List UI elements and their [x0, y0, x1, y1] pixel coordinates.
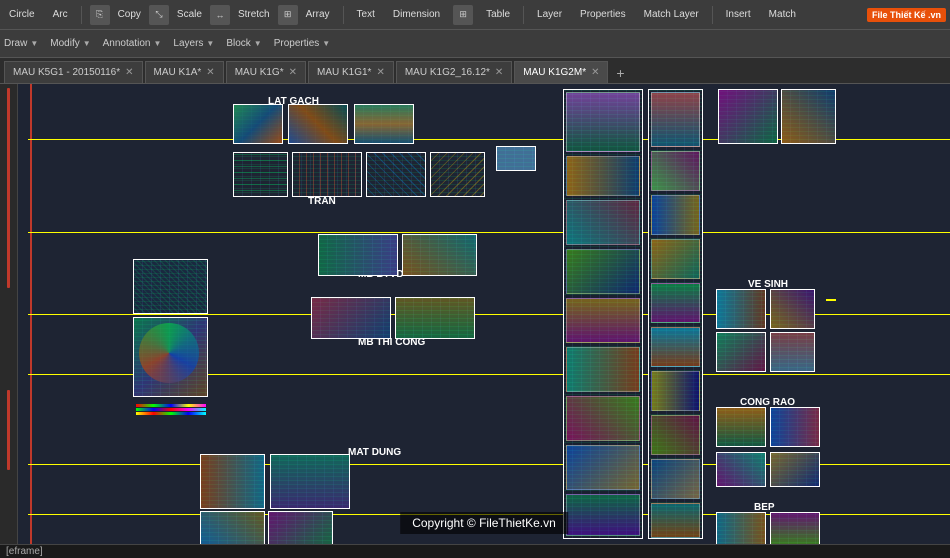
- cad-block-cong-rao-3[interactable]: [716, 452, 766, 487]
- label-tran: TRAN: [308, 196, 336, 207]
- cad-block-far-right-2[interactable]: [781, 89, 836, 144]
- toolbar-match[interactable]: Match: [764, 7, 801, 22]
- annotation-menu[interactable]: Annotation ▼: [103, 38, 162, 49]
- toolbar-copy[interactable]: Copy: [113, 7, 146, 22]
- stretch-icon[interactable]: ↔: [210, 5, 230, 25]
- toolbar-row2: Draw ▼ Modify ▼ Annotation ▼ Layers ▼ Bl…: [0, 30, 950, 58]
- cad-block-ve-sinh-3[interactable]: [716, 332, 766, 372]
- cad-block-lat-gach-3[interactable]: [354, 104, 414, 144]
- annotation-arrow: ▼: [153, 39, 161, 48]
- cad-block-mb-btvd-2[interactable]: [402, 234, 477, 276]
- toolbar-properties[interactable]: Properties: [575, 7, 631, 22]
- toolbar-array[interactable]: Array: [301, 7, 335, 22]
- toolbar-scale[interactable]: Scale: [172, 7, 207, 22]
- tab-close-k1a[interactable]: ✕: [206, 67, 214, 78]
- toolbar-dimension[interactable]: Dimension: [388, 7, 445, 22]
- cad-block-cong-rao-1[interactable]: [716, 407, 766, 447]
- arrow-ve-sinh: [826, 299, 836, 301]
- layers-arrow: ▼: [206, 39, 214, 48]
- tab-k1a[interactable]: MAU K1A* ✕: [145, 61, 224, 83]
- cad-block-lat-gach-2[interactable]: [288, 104, 348, 144]
- filetk-badge: File Thiết Kế .vn: [867, 8, 946, 22]
- toolbar-row1: Circle Arc ⎘ Copy ⤡ Scale ↔ Stretch ⊞ Ar…: [0, 0, 950, 30]
- cad-block-lat-gach-1[interactable]: [233, 104, 283, 144]
- draw-menu[interactable]: Draw ▼: [4, 38, 38, 49]
- tab-k1g2-16[interactable]: MAU K1G2_16.12* ✕: [396, 61, 512, 83]
- command-line: [eframe]: [0, 544, 950, 558]
- cad-block-tran-2[interactable]: [292, 152, 362, 197]
- main-area: LAT GACH TRAN MB BTVD: [0, 84, 950, 544]
- hline-2: [28, 232, 950, 233]
- table-icon[interactable]: ⊞: [453, 5, 473, 25]
- array-icon[interactable]: ⊞: [278, 5, 298, 25]
- tab-k1g[interactable]: MAU K1G* ✕: [226, 61, 306, 83]
- cad-block-mat-cat-2[interactable]: [268, 511, 333, 544]
- tab-close-k1g2-16[interactable]: ✕: [495, 67, 503, 78]
- color-strips: [136, 404, 206, 416]
- cad-block-ve-sinh-1[interactable]: [716, 289, 766, 329]
- toolbar-insert[interactable]: Insert: [721, 7, 756, 22]
- cad-block-mb-btvd-1[interactable]: [318, 234, 398, 276]
- tab-close-k1g[interactable]: ✕: [289, 67, 297, 78]
- cad-block-bep-1[interactable]: [716, 512, 766, 544]
- tab-close-k1g2m[interactable]: ✕: [591, 67, 599, 78]
- cad-block-cong-rao-2[interactable]: [770, 407, 820, 447]
- cad-block-thi-cong-2[interactable]: [395, 297, 475, 339]
- block-arrow: ▼: [254, 39, 262, 48]
- modify-arrow: ▼: [83, 39, 91, 48]
- cad-canvas[interactable]: LAT GACH TRAN MB BTVD: [18, 84, 950, 544]
- toolbar-table[interactable]: Table: [481, 7, 515, 22]
- toolbar-layer[interactable]: Layer: [532, 7, 567, 22]
- toolbar-match-layer[interactable]: Match Layer: [639, 7, 704, 22]
- divider3: [523, 6, 524, 24]
- tab-close-k1g1[interactable]: ✕: [376, 67, 384, 78]
- properties-arrow: ▼: [322, 39, 330, 48]
- cad-block-ve-sinh-4[interactable]: [770, 332, 815, 372]
- cad-block-bep-2[interactable]: [770, 512, 820, 544]
- toolbar-arc[interactable]: Arc: [48, 7, 73, 22]
- tabs-bar: MAU K5G1 - 20150116* ✕ MAU K1A* ✕ MAU K1…: [0, 58, 950, 84]
- left-red-bar-1: [7, 88, 10, 288]
- properties-menu[interactable]: Properties ▼: [274, 38, 331, 49]
- tab-close-k5g1[interactable]: ✕: [125, 67, 133, 78]
- copy-icon[interactable]: ⎘: [90, 5, 110, 25]
- cad-block-mat-dung-1[interactable]: [270, 454, 350, 509]
- cad-block-right-col-1[interactable]: [563, 89, 643, 539]
- tab-k1g1[interactable]: MAU K1G1* ✕: [308, 61, 394, 83]
- label-mat-dung: MAT DUNG: [348, 447, 401, 458]
- cad-block-mat-dung-2[interactable]: [200, 454, 265, 509]
- cad-block-tran-5[interactable]: [496, 146, 536, 171]
- cad-block-site-1[interactable]: [133, 259, 208, 314]
- toolbar-stretch[interactable]: Stretch: [233, 7, 275, 22]
- left-red-bar-2: [7, 390, 10, 470]
- modify-group: ⎘ Copy ⤡ Scale ↔ Stretch ⊞ Array: [90, 5, 335, 25]
- left-sidebar: [0, 84, 18, 544]
- cad-block-mat-cat-1[interactable]: [200, 511, 265, 544]
- cad-block-site-2[interactable]: [133, 317, 208, 397]
- modify-menu[interactable]: Modify ▼: [50, 38, 90, 49]
- cad-block-right-col-2[interactable]: [648, 89, 703, 539]
- divider1: [81, 6, 82, 24]
- tab-k1g2m[interactable]: MAU K1G2M* ✕: [514, 61, 608, 83]
- toolbar-circle[interactable]: Circle: [4, 7, 40, 22]
- tab-k5g1[interactable]: MAU K5G1 - 20150116* ✕: [4, 61, 143, 83]
- layers-menu[interactable]: Layers ▼: [173, 38, 214, 49]
- cad-block-tran-1[interactable]: [233, 152, 288, 197]
- cad-block-thi-cong-1[interactable]: [311, 297, 391, 339]
- cad-block-far-right-top[interactable]: [718, 89, 778, 144]
- block-menu[interactable]: Block ▼: [226, 38, 261, 49]
- cad-block-cong-rao-4[interactable]: [770, 452, 820, 487]
- tab-add-button[interactable]: +: [610, 63, 630, 83]
- toolbar-text[interactable]: Text: [352, 7, 380, 22]
- divider2: [343, 6, 344, 24]
- cad-block-tran-3[interactable]: [366, 152, 426, 197]
- copyright-overlay: Copyright © FileThietKe.vn: [400, 512, 568, 534]
- scale-icon[interactable]: ⤡: [149, 5, 169, 25]
- draw-arrow: ▼: [30, 39, 38, 48]
- cad-block-ve-sinh-2[interactable]: [770, 289, 815, 329]
- divider4: [712, 6, 713, 24]
- cad-block-tran-4[interactable]: [430, 152, 485, 197]
